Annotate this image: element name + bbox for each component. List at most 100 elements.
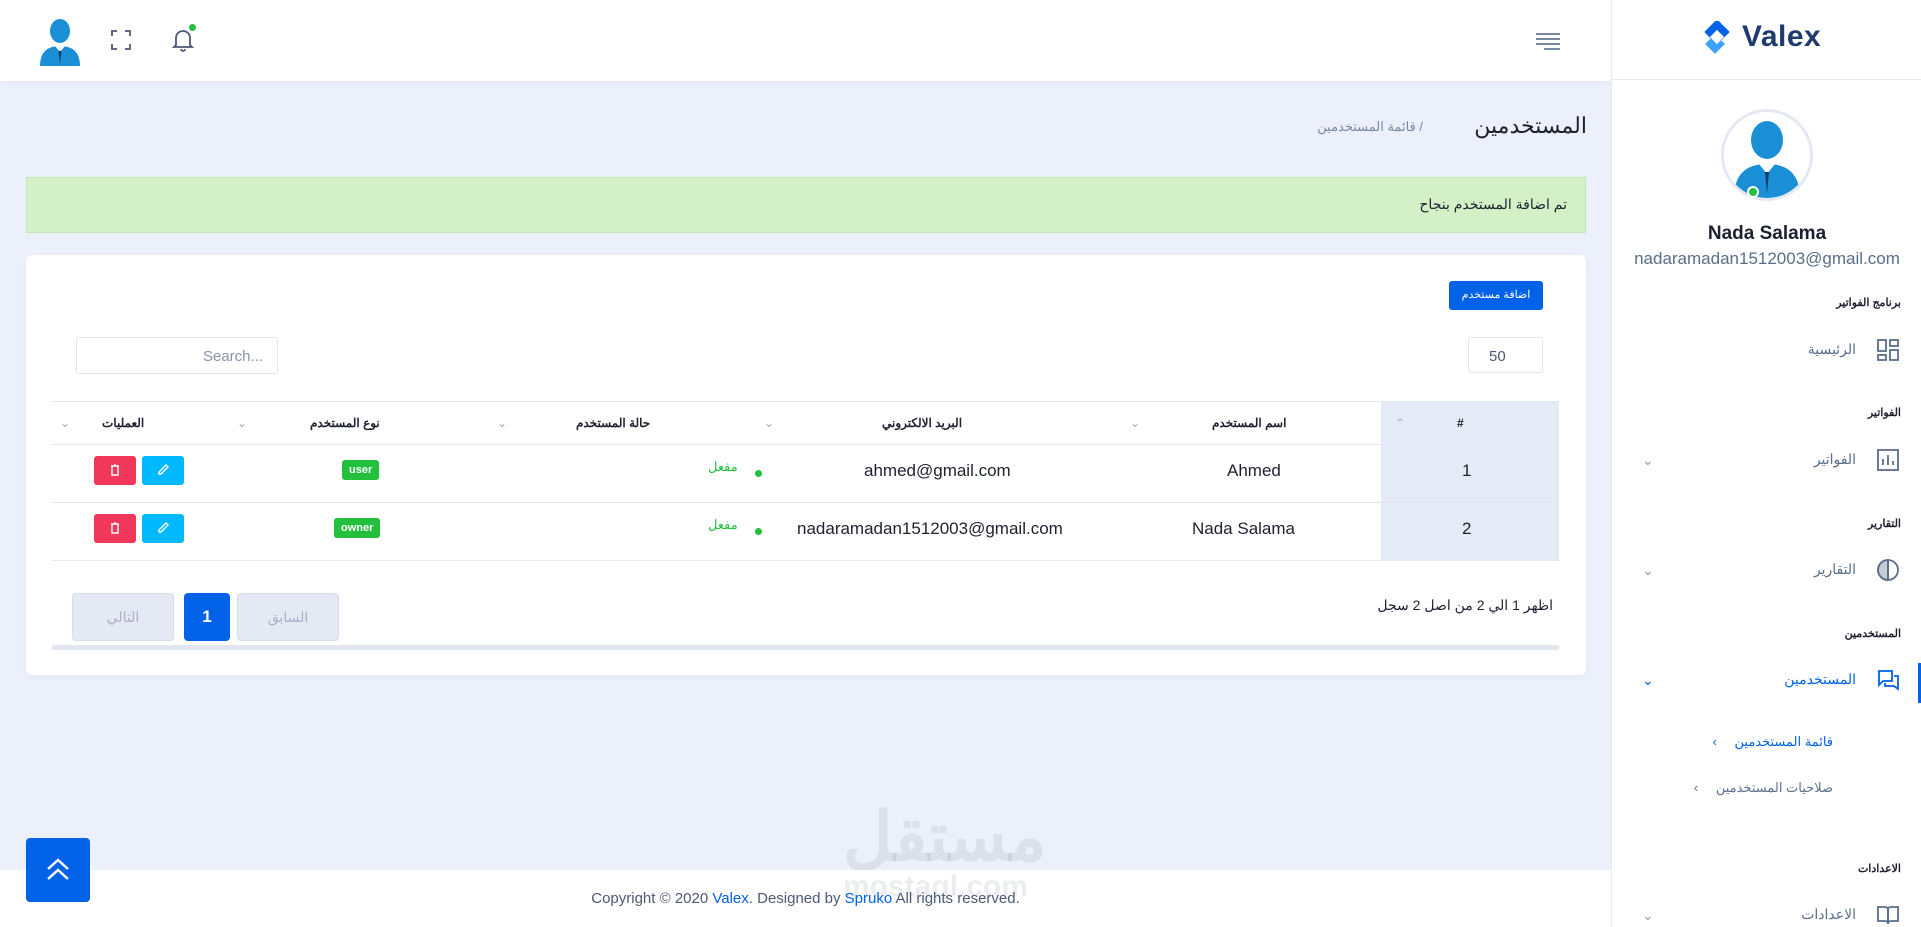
sidebar-item-label: المستخدمين [1784,671,1856,687]
row-email: ahmed@gmail.com [864,461,1011,480]
fullscreen-icon[interactable] [110,29,132,51]
copyright-middle: . Designed by [748,890,845,907]
sidebar-category-users: المستخدمين [1844,628,1901,640]
trash-icon [111,522,119,534]
chevron-down-icon: ⌄ [1642,672,1654,688]
delete-button[interactable] [94,456,136,485]
column-header-status[interactable]: حالة المستخدم [576,416,650,430]
sidebar-item-label: التقارير [1813,561,1856,577]
sidebar-item-settings[interactable]: الاعدادات ⌄ [1612,895,1921,927]
chevron-down-icon: ⌄ [1642,907,1654,923]
sidebar-item-invoices[interactable]: الفواتير ⌄ [1612,440,1921,480]
user-type-badge: owner [334,518,381,538]
copyright-text: Copyright © 2020 Valex. Designed by Spru… [0,890,1611,907]
table-row: 1 Ahmed ahmed@gmail.com مفعل user [52,445,1559,503]
success-alert: تم اضافة المستخدم بنجاح [26,177,1586,233]
watermark: مستقل [843,799,1047,875]
chevron-down-icon: ⌄ [1642,562,1654,578]
pagination-previous[interactable]: السابق [237,593,339,641]
profile-name: Nada Salama [1707,223,1827,244]
page-title: المستخدمين [1474,113,1587,138]
row-email: nadaramadan1512003@gmail.com [797,519,1063,538]
pencil-icon [158,522,169,533]
pencil-icon [158,464,169,475]
sorted-column-bg [1381,402,1559,446]
column-header-email[interactable]: البريد الالكتروني [882,416,962,430]
sort-icon[interactable]: ⌄ [764,416,774,430]
logo-icon [1698,19,1736,59]
dashboard-icon [1876,338,1900,362]
sidebar-item-users[interactable]: المستخدمين ⌄ [1612,660,1921,700]
row-number: 1 [1462,461,1472,480]
table-row: 2 Nada Salama nadaramadan1512003@gmail.c… [52,503,1559,561]
sort-icon[interactable]: ⌄ [1130,416,1140,430]
column-header-number[interactable]: # [1457,416,1464,430]
back-to-top-button[interactable] [26,838,90,902]
sidebar-category-reports: التقارير [1867,518,1901,530]
user-type-badge: user [342,460,380,480]
sidebar: Valex Nada Salama nadaramadan1512003@gma… [1611,0,1921,927]
row-number: 2 [1462,519,1472,538]
add-user-button[interactable]: اضافة مستخدم [1449,281,1543,310]
sidebar-item-label: الاعدادات [1801,906,1856,922]
page-footer: Copyright © 2020 Valex. Designed by Spru… [0,870,1611,927]
sidebar-logo[interactable]: Valex [1612,0,1921,80]
bar-chart-icon [1876,448,1900,472]
sort-icon[interactable]: ⌄ [497,416,507,430]
profile-avatar[interactable] [1721,109,1813,201]
submenu-label: صلاحيات المستخدمين [1715,780,1833,795]
page-length-select[interactable]: 50 [1468,337,1543,373]
notification-dot [188,23,197,32]
status-dot [755,528,762,535]
sidebar-item-label: الفواتير [1813,451,1856,467]
chevron-right-icon: › [1693,780,1699,795]
sidebar-category-main: برنامج الفواتير [1836,297,1901,309]
row-status: مفعل [708,459,738,474]
menu-toggle-icon[interactable] [1535,30,1561,52]
alert-text: تم اضافة المستخدم بنجاح [1419,196,1567,212]
submenu-user-permissions[interactable]: صلاحيات المستخدمين › [1694,780,1833,796]
pie-chart-icon [1876,558,1900,582]
row-status: مفعل [708,517,738,532]
footer-brand-link[interactable]: Valex [712,890,748,907]
edit-button[interactable] [142,514,184,543]
sidebar-category-invoices: الفواتير [1867,407,1901,419]
submenu-label: قائمة المستخدمين [1734,734,1834,749]
chevron-right-icon: › [1712,734,1717,749]
column-header-actions[interactable]: العمليات [102,416,144,430]
sort-icon[interactable]: ⌄ [60,416,70,430]
sort-up-icon[interactable]: ⌃ [1395,416,1405,430]
double-chevron-up-icon [47,858,69,880]
copyright-prefix: Copyright © 2020 [591,890,713,907]
sidebar-category-settings: الاعدادات [1857,863,1901,875]
horizontal-scrollbar[interactable] [52,645,1559,650]
search-input[interactable]: Search... [76,337,278,374]
pagination-next[interactable]: التالي [72,593,174,641]
pagination-page-1[interactable]: 1 [184,593,230,641]
user-avatar-icon[interactable] [36,16,84,66]
pagination-info: اظهر 1 الي 2 من اصل 2 سجل [1377,597,1553,613]
table-header: # ⌃ اسم المستخدم ⌄ البريد الالكتروني ⌄ ح… [52,401,1559,446]
top-header [0,0,1611,81]
edit-button[interactable] [142,456,184,485]
row-name: Nada Salama [1192,519,1296,538]
row-name: Ahmed [1227,461,1281,480]
trash-icon [111,464,119,476]
brand-name: Valex [1742,20,1822,53]
column-header-type[interactable]: نوع المستخدم [310,416,380,430]
status-dot [755,470,762,477]
sidebar-item-label: الرئيسية [1807,341,1856,357]
sidebar-item-reports[interactable]: التقارير ⌄ [1612,550,1921,590]
chevron-down-icon: ⌄ [1642,452,1654,468]
sort-icon[interactable]: ⌄ [237,416,247,430]
column-header-name[interactable]: اسم المستخدم [1212,416,1286,430]
online-status-dot [1747,186,1759,198]
chat-icon [1876,668,1900,692]
breadcrumb[interactable]: / قائمة المستخدمين [1317,119,1423,135]
profile-email: nadaramadan1512003@gmail.com [1634,249,1900,268]
submenu-users-list[interactable]: قائمة المستخدمين › [1713,734,1834,750]
sidebar-item-home[interactable]: الرئيسية [1612,330,1921,370]
delete-button[interactable] [94,514,136,543]
book-icon [1876,903,1900,927]
watermark-latin: mostaql.com [843,870,1029,903]
